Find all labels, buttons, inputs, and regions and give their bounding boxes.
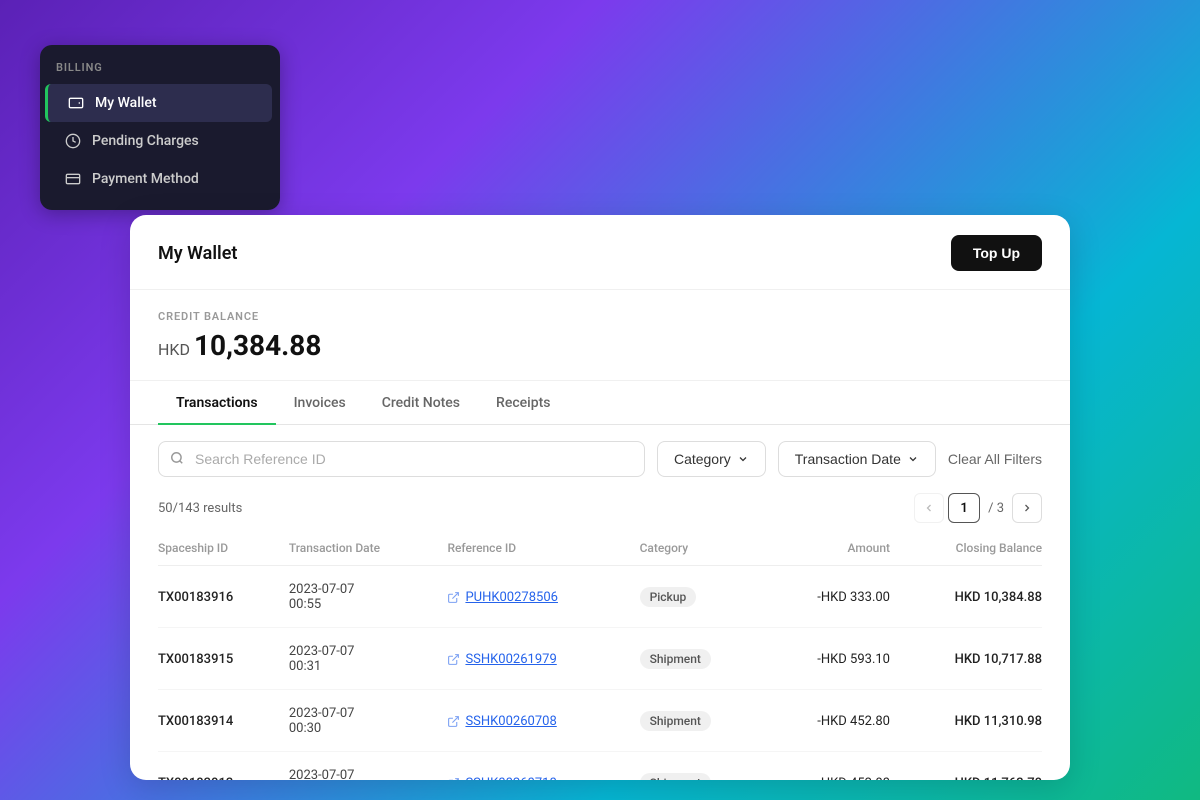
col-amount: Amount xyxy=(764,533,890,566)
sidebar-label-payment-method: Payment Method xyxy=(92,171,199,187)
balance-section: CREDIT BALANCE HKD10,384.88 xyxy=(130,290,1070,381)
cell-closing-balance: HKD 10,717.88 xyxy=(890,628,1042,690)
cell-transaction-date: 2023-07-0700:30 xyxy=(289,690,448,752)
cell-amount: -HKD 452.80 xyxy=(764,752,890,781)
transaction-date-filter-button[interactable]: Transaction Date xyxy=(778,441,936,477)
sidebar-section-label: BILLING xyxy=(40,61,280,84)
chevron-down-icon xyxy=(737,453,749,465)
cell-closing-balance: HKD 11,763.78 xyxy=(890,752,1042,781)
tab-invoices[interactable]: Invoices xyxy=(276,381,364,425)
balance-value: 10,384.88 xyxy=(194,329,321,362)
external-link-icon xyxy=(447,591,460,604)
filter-bar: Category Transaction Date Clear All Filt… xyxy=(130,425,1070,489)
cell-amount: -HKD 452.80 xyxy=(764,690,890,752)
table-header-row: Spaceship ID Transaction Date Reference … xyxy=(158,533,1042,566)
balance-label: CREDIT BALANCE xyxy=(158,310,1042,323)
wallet-icon xyxy=(67,94,85,112)
external-link-icon xyxy=(447,653,460,666)
cell-reference-id: PUHK00278506 xyxy=(447,566,639,628)
table-wrapper: Spaceship ID Transaction Date Reference … xyxy=(130,533,1070,780)
category-badge: Shipment xyxy=(640,649,711,669)
balance-amount: HKD10,384.88 xyxy=(158,329,1042,362)
results-row: 50/143 results 1 / 3 xyxy=(130,489,1070,533)
results-count: 50/143 results xyxy=(158,501,242,516)
tab-transactions[interactable]: Transactions xyxy=(158,381,276,425)
card-header: My Wallet Top Up xyxy=(130,215,1070,290)
col-category: Category xyxy=(640,533,764,566)
category-badge: Shipment xyxy=(640,773,711,780)
page-title: My Wallet xyxy=(158,243,237,264)
external-link-icon xyxy=(447,715,460,728)
search-wrapper xyxy=(158,441,645,477)
cell-category: Pickup xyxy=(640,566,764,628)
cell-category: Shipment xyxy=(640,752,764,781)
col-reference-id: Reference ID xyxy=(447,533,639,566)
reference-link[interactable]: SSHK00260708 xyxy=(447,714,639,729)
col-closing-balance: Closing Balance xyxy=(890,533,1042,566)
table-row: TX00183916 2023-07-0700:55 PUHK00278506 … xyxy=(158,566,1042,628)
payment-method-icon xyxy=(64,170,82,188)
table-row: TX00183915 2023-07-0700:31 SSHK00261979 … xyxy=(158,628,1042,690)
reference-link[interactable]: PUHK00278506 xyxy=(447,590,639,605)
cell-transaction-date: 2023-07-0700:55 xyxy=(289,566,448,628)
tab-receipts[interactable]: Receipts xyxy=(478,381,568,425)
pagination: 1 / 3 xyxy=(914,493,1042,523)
col-transaction-date: Transaction Date xyxy=(289,533,448,566)
table-row: TX00183914 2023-07-0700:30 SSHK00260708 … xyxy=(158,690,1042,752)
transactions-table: Spaceship ID Transaction Date Reference … xyxy=(158,533,1042,780)
reference-link[interactable]: SSHK00260710 xyxy=(447,776,639,781)
cell-spaceship-id: TX00183915 xyxy=(158,628,289,690)
cell-amount: -HKD 333.00 xyxy=(764,566,890,628)
cell-transaction-date: 2023-07-0700:31 xyxy=(289,628,448,690)
cell-reference-id: SSHK00261979 xyxy=(447,628,639,690)
sidebar-label-pending-charges: Pending Charges xyxy=(92,133,199,149)
search-icon xyxy=(170,450,184,469)
table-row: TX00183913 2023-07-0700:30 SSHK00260710 … xyxy=(158,752,1042,781)
cell-category: Shipment xyxy=(640,690,764,752)
cell-closing-balance: HKD 10,384.88 xyxy=(890,566,1042,628)
category-badge: Pickup xyxy=(640,587,697,607)
sidebar-item-my-wallet[interactable]: My Wallet xyxy=(45,84,272,122)
sidebar-item-pending-charges[interactable]: Pending Charges xyxy=(48,122,272,160)
cell-spaceship-id: TX00183914 xyxy=(158,690,289,752)
category-filter-button[interactable]: Category xyxy=(657,441,766,477)
cell-amount: -HKD 593.10 xyxy=(764,628,890,690)
cell-reference-id: SSHK00260710 xyxy=(447,752,639,781)
tab-credit-notes[interactable]: Credit Notes xyxy=(364,381,478,425)
category-badge: Shipment xyxy=(640,711,711,731)
top-up-button[interactable]: Top Up xyxy=(951,235,1042,271)
sidebar-item-payment-method[interactable]: Payment Method xyxy=(48,160,272,198)
prev-page-button[interactable] xyxy=(914,493,944,523)
sidebar-label-my-wallet: My Wallet xyxy=(95,95,157,111)
tabs-row: Transactions Invoices Credit Notes Recei… xyxy=(130,381,1070,425)
pending-charges-icon xyxy=(64,132,82,150)
cell-category: Shipment xyxy=(640,628,764,690)
chevron-down-icon xyxy=(907,453,919,465)
cell-spaceship-id: TX00183916 xyxy=(158,566,289,628)
cell-spaceship-id: TX00183913 xyxy=(158,752,289,781)
sidebar-menu: BILLING My Wallet Pending Charges Paymen… xyxy=(40,45,280,210)
col-spaceship-id: Spaceship ID xyxy=(158,533,289,566)
cell-transaction-date: 2023-07-0700:30 xyxy=(289,752,448,781)
current-page: 1 xyxy=(948,493,980,523)
cell-closing-balance: HKD 11,310.98 xyxy=(890,690,1042,752)
external-link-icon xyxy=(447,777,460,781)
main-card: My Wallet Top Up CREDIT BALANCE HKD10,38… xyxy=(130,215,1070,780)
next-page-button[interactable] xyxy=(1012,493,1042,523)
search-input[interactable] xyxy=(158,441,645,477)
balance-currency: HKD xyxy=(158,340,190,359)
clear-filters-button[interactable]: Clear All Filters xyxy=(948,451,1042,467)
reference-link[interactable]: SSHK00261979 xyxy=(447,652,639,667)
cell-reference-id: SSHK00260708 xyxy=(447,690,639,752)
total-pages: / 3 xyxy=(984,501,1008,516)
